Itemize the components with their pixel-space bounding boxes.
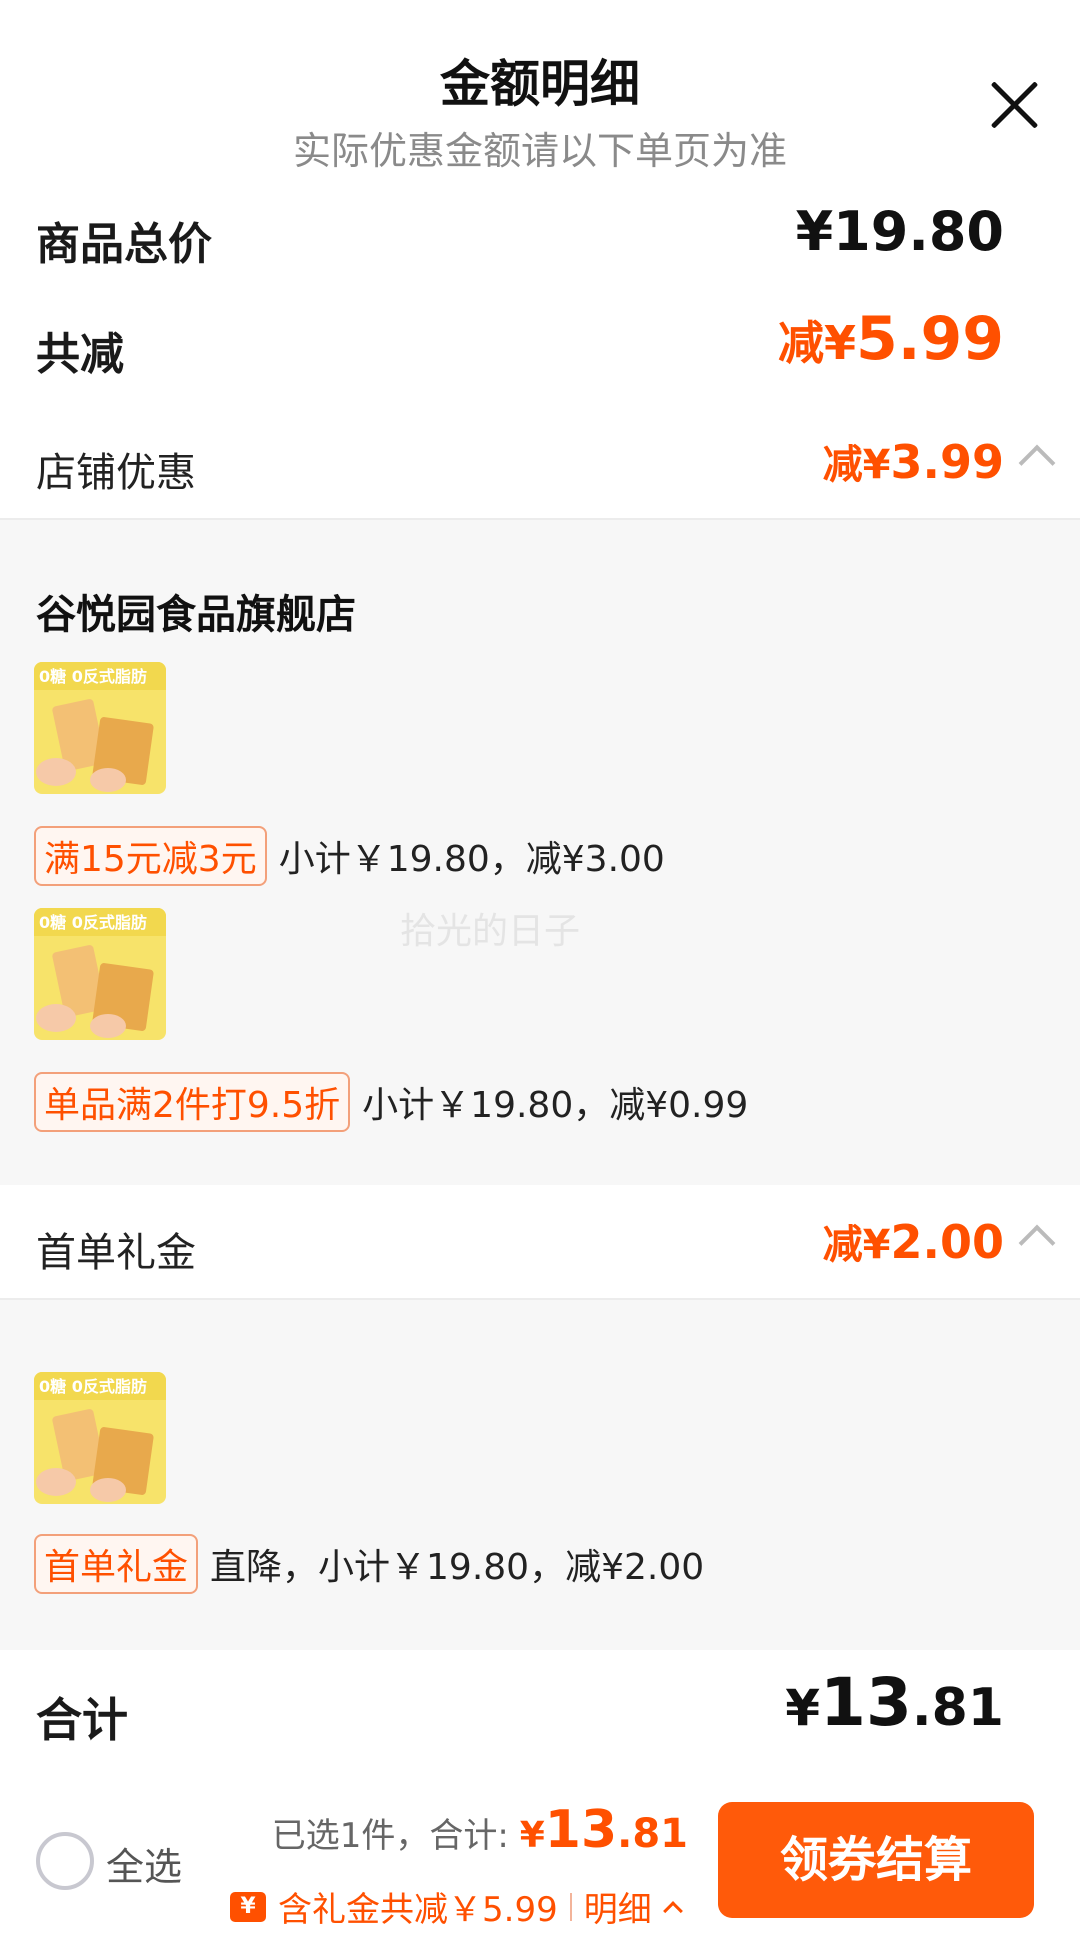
sheet-header: 金额明细 实际优惠金额请以下单页为准 (0, 0, 1080, 180)
store-discount-label: 店铺优惠 (36, 450, 196, 496)
promo-tag: 单品满2件打9.5折 (34, 1072, 351, 1132)
sheet-subtitle: 实际优惠金额请以下单页为准 (292, 129, 787, 173)
product-thumbnail: 0糖 0反式脂肪 (34, 1372, 166, 1504)
select-all-label[interactable]: 全选 (106, 1836, 182, 1891)
promo-line: 满15元减3元 小计￥19.80，减¥3.00 (34, 826, 665, 886)
store-discount-header[interactable]: 店铺优惠 减¥3.99 (0, 410, 1080, 520)
checkout-bar: 全选 已选1件，合计: ¥13.81 ¥ 含礼金共减￥5.99 明细 领券结算 (0, 1780, 1080, 1950)
checkout-button[interactable]: 领券结算 (718, 1802, 1034, 1918)
discount-amount: 5.99 (855, 304, 1004, 374)
total-discount-row: 共减 减¥5.99 (0, 300, 1080, 390)
store-discount-amount: 3.99 (890, 435, 1005, 489)
detail-link[interactable]: 明细 (584, 1882, 652, 1931)
promo-line: 单品满2件打9.5折 小计￥19.80，减¥0.99 (34, 1072, 748, 1132)
sheet-title: 金额明细 (440, 55, 640, 113)
promo-detail: 小计￥19.80，减¥3.00 (278, 839, 665, 880)
gift-discount-header[interactable]: 首单礼金 减¥2.00 (0, 1190, 1080, 1300)
promo-detail: 小计￥19.80，减¥0.99 (362, 1085, 749, 1126)
promo-detail: 直降，小计￥19.80，减¥2.00 (210, 1547, 705, 1588)
product-thumbnail: 0糖 0反式脂肪 (34, 908, 166, 1040)
promo-tag: 首单礼金 (34, 1534, 199, 1594)
chevron-up-icon[interactable] (1018, 1224, 1056, 1262)
goods-total-row: 商品总价 ¥19.80 (0, 190, 1080, 270)
selected-price-integer: 13 (544, 1800, 618, 1860)
gift-ticket-icon: ¥ (230, 1891, 266, 1922)
store-name: 谷悦园食品旗舰店 (36, 592, 356, 638)
store-discount-currency: 减¥ (822, 442, 891, 488)
selected-count-text: 已选1件，合计: (271, 1816, 520, 1856)
svg-text:0糖 0反式脂肪: 0糖 0反式脂肪 (39, 1377, 147, 1396)
discount-currency: 减¥ (777, 316, 856, 370)
store-discount-body: 谷悦园食品旗舰店 0糖 0反式脂肪 满15元减3元 小计￥19.80，减¥3.0… (0, 520, 1080, 1185)
gift-discount-value: 减¥2.00 (823, 1212, 1004, 1270)
gift-discount-label: 首单礼金 (36, 1230, 196, 1276)
promo-line: 首单礼金 直降，小计￥19.80，减¥2.00 (34, 1534, 704, 1594)
product-thumbnail: 0糖 0反式脂肪 (34, 662, 166, 794)
svg-text:0糖 0反式脂肪: 0糖 0反式脂肪 (39, 913, 147, 932)
promo-tag: 满15元减3元 (34, 826, 267, 886)
svg-text:0糖 0反式脂肪: 0糖 0反式脂肪 (39, 667, 147, 686)
watermark: 拾光的日子 (400, 911, 581, 952)
total-discount-label: 共减 (36, 329, 124, 380)
chevron-up-icon[interactable] (1018, 444, 1056, 482)
divider (569, 1892, 572, 1921)
gift-discount-currency: 减¥ (822, 1222, 891, 1268)
gift-summary[interactable]: ¥ 含礼金共减￥5.99 明细 (230, 1882, 683, 1931)
grand-total-value: ¥13.81 (785, 1664, 1004, 1741)
goods-total-value: ¥19.80 (795, 200, 1004, 263)
grand-total-label: 合计 (36, 1693, 128, 1747)
goods-total-label: 商品总价 (36, 219, 212, 270)
total-discount-value: 减¥5.99 (778, 304, 1004, 374)
grand-total-row: 合计 ¥13.81 (0, 1650, 1080, 1780)
store-discount-value: 减¥3.99 (823, 432, 1004, 490)
gift-discount-body: 0糖 0反式脂肪 首单礼金 直降，小计￥19.80，减¥2.00 (0, 1300, 1080, 1650)
grand-total-currency: ¥ (785, 1679, 821, 1737)
chevron-up-icon[interactable] (662, 1900, 683, 1921)
gift-discount-amount: 2.00 (890, 1215, 1005, 1269)
selected-price-currency: ¥ (519, 1815, 545, 1856)
select-all-radio[interactable] (36, 1832, 94, 1890)
grand-total-integer: 13 (820, 1664, 912, 1741)
selected-price-decimal: .81 (617, 1811, 688, 1857)
gift-summary-text: 含礼金共减￥5.99 (278, 1890, 558, 1930)
close-button[interactable] (988, 78, 1042, 132)
grand-total-decimal: .81 (911, 1678, 1004, 1738)
selected-summary: 已选1件，合计: ¥13.81 (272, 1800, 688, 1860)
